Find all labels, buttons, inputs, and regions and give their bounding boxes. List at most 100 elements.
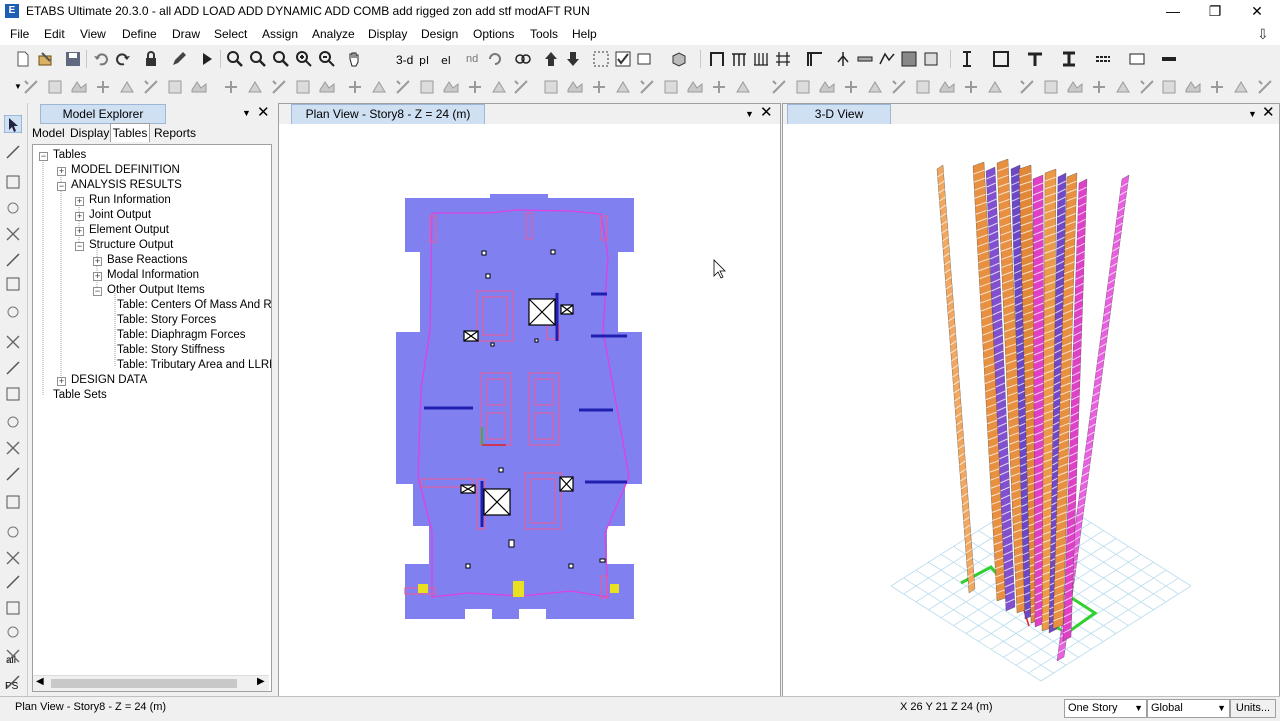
tool-24-icon[interactable] bbox=[590, 78, 608, 96]
tree-expander-icon[interactable]: + bbox=[75, 227, 84, 236]
minimize-button[interactable]: — bbox=[1150, 0, 1196, 23]
draw-tool-4-icon[interactable] bbox=[4, 225, 22, 243]
tool-47-icon[interactable] bbox=[1160, 78, 1178, 96]
tree-node-design-data[interactable]: DESIGN DATA bbox=[71, 374, 147, 386]
tool-17-icon[interactable] bbox=[418, 78, 436, 96]
draw-frame-icon[interactable] bbox=[708, 50, 726, 68]
tool-32-icon[interactable] bbox=[794, 78, 812, 96]
draw-wall-icon[interactable] bbox=[878, 50, 896, 68]
tool-19-icon[interactable] bbox=[466, 78, 484, 96]
tool-34-icon[interactable] bbox=[842, 78, 860, 96]
pan-icon[interactable] bbox=[345, 50, 363, 68]
toolbar-dropdown-icon[interactable]: ▼ bbox=[14, 82, 22, 91]
tree-node-tables[interactable]: Tables bbox=[53, 149, 86, 161]
3d-dropdown-icon[interactable]: ▼ bbox=[1248, 109, 1257, 119]
draw-tool-9-icon[interactable] bbox=[4, 359, 22, 377]
tree-node-base-reactions[interactable]: Base Reactions bbox=[107, 254, 188, 266]
tree-expander-icon[interactable]: − bbox=[93, 287, 102, 296]
tool-2-icon[interactable] bbox=[46, 78, 64, 96]
scroll-right-icon[interactable]: ▶ bbox=[257, 676, 265, 687]
rotate-icon[interactable] bbox=[486, 50, 504, 68]
tree-expander-icon[interactable]: + bbox=[93, 272, 102, 281]
tool-41-icon[interactable] bbox=[1018, 78, 1036, 96]
tool-28-icon[interactable] bbox=[686, 78, 704, 96]
menu-help[interactable]: Help bbox=[572, 27, 597, 41]
tree-node-element-output[interactable]: Element Output bbox=[89, 224, 169, 236]
line-style-icon[interactable] bbox=[1094, 50, 1112, 68]
tool-5-icon[interactable] bbox=[118, 78, 136, 96]
menu-view[interactable]: View bbox=[80, 27, 106, 41]
restore-button[interactable]: ❐ bbox=[1192, 0, 1238, 23]
tool-43-icon[interactable] bbox=[1066, 78, 1084, 96]
display-options-icon[interactable] bbox=[636, 50, 654, 68]
tool-1-icon[interactable] bbox=[22, 78, 40, 96]
explorer-close-icon[interactable]: ✕ bbox=[257, 105, 270, 120]
open-icon[interactable] bbox=[36, 50, 54, 68]
tool-46-icon[interactable] bbox=[1138, 78, 1156, 96]
tree-node-table-sets[interactable]: Table Sets bbox=[53, 389, 107, 401]
draw-tool-18-icon[interactable] bbox=[4, 599, 22, 617]
download-icon[interactable]: ⇩ bbox=[1257, 26, 1269, 43]
tab-tables[interactable]: Tables bbox=[110, 123, 150, 142]
draw-dimension-icon[interactable] bbox=[922, 50, 940, 68]
menu-edit[interactable]: Edit bbox=[44, 27, 65, 41]
tree-expander-icon[interactable]: + bbox=[93, 257, 102, 266]
tree-node-table-story-stiffness[interactable]: Table: Story Stiffness bbox=[117, 344, 225, 356]
draw-slab-icon[interactable] bbox=[856, 50, 874, 68]
tool-14-icon[interactable] bbox=[346, 78, 364, 96]
tree-node-table-story-forces[interactable]: Table: Story Forces bbox=[117, 314, 216, 326]
tool-50-icon[interactable] bbox=[1232, 78, 1250, 96]
menu-tools[interactable]: Tools bbox=[530, 27, 558, 41]
tree-node-analysis-results[interactable]: ANALYSIS RESULTS bbox=[71, 179, 182, 191]
tool-48-icon[interactable] bbox=[1184, 78, 1202, 96]
lock-model-icon[interactable] bbox=[142, 50, 160, 68]
tool-35-icon[interactable] bbox=[866, 78, 884, 96]
menu-options[interactable]: Options bbox=[473, 27, 514, 41]
tree-horizontal-scrollbar[interactable]: ◀ ▶ bbox=[33, 675, 269, 691]
draw-tool-20-icon[interactable] bbox=[4, 647, 22, 665]
menu-assign[interactable]: Assign bbox=[262, 27, 298, 41]
select-all-icon[interactable] bbox=[592, 50, 610, 68]
pencil-icon[interactable] bbox=[170, 50, 188, 68]
tool-37-icon[interactable] bbox=[914, 78, 932, 96]
tool-20-icon[interactable] bbox=[490, 78, 508, 96]
draw-tool-11-icon[interactable] bbox=[4, 413, 22, 431]
tool-8-icon[interactable] bbox=[190, 78, 208, 96]
tool-21-icon[interactable] bbox=[512, 78, 530, 96]
tool-31-icon[interactable] bbox=[770, 78, 788, 96]
3d-close-icon[interactable]: ✕ bbox=[1262, 105, 1275, 120]
close-window-button[interactable]: ✕ bbox=[1234, 0, 1280, 23]
tool-10-icon[interactable] bbox=[246, 78, 264, 96]
menu-define[interactable]: Define bbox=[122, 27, 157, 41]
text-cursor-icon[interactable] bbox=[958, 50, 976, 68]
tree-node-table-tributary-area[interactable]: Table: Tributary Area and LLRF bbox=[117, 359, 271, 371]
undo-icon[interactable] bbox=[92, 50, 110, 68]
tool-36-icon[interactable] bbox=[890, 78, 908, 96]
draw-grid-icon[interactable] bbox=[774, 50, 792, 68]
draw-tool-17-icon[interactable] bbox=[4, 573, 22, 591]
draw-tool-8-icon[interactable] bbox=[4, 333, 22, 351]
tool-9-icon[interactable] bbox=[222, 78, 240, 96]
scroll-left-icon[interactable]: ◀ bbox=[36, 676, 44, 687]
tool-51-icon[interactable] bbox=[1256, 78, 1274, 96]
check-icon[interactable] bbox=[614, 50, 632, 68]
tool-26-icon[interactable] bbox=[638, 78, 656, 96]
move-up-icon[interactable] bbox=[542, 50, 560, 68]
tool-44-icon[interactable] bbox=[1090, 78, 1108, 96]
tree-expander-icon[interactable]: − bbox=[57, 182, 66, 191]
i-section-icon[interactable] bbox=[1060, 50, 1078, 68]
tool-11-icon[interactable] bbox=[270, 78, 288, 96]
zoom-window-icon[interactable] bbox=[226, 50, 244, 68]
menu-file[interactable]: File bbox=[10, 27, 29, 41]
draw-link-icon[interactable] bbox=[834, 50, 852, 68]
tee-section-icon[interactable] bbox=[1026, 50, 1044, 68]
tree-expander-icon[interactable]: + bbox=[75, 212, 84, 221]
tool-16-icon[interactable] bbox=[394, 78, 412, 96]
tool-22-icon[interactable] bbox=[542, 78, 560, 96]
tool-49-icon[interactable] bbox=[1208, 78, 1226, 96]
draw-tool-14-icon[interactable] bbox=[4, 493, 22, 511]
tool-33-icon[interactable] bbox=[818, 78, 836, 96]
scrollbar-thumb[interactable] bbox=[51, 679, 237, 688]
tool-15-icon[interactable] bbox=[370, 78, 388, 96]
tool-27-icon[interactable] bbox=[662, 78, 680, 96]
